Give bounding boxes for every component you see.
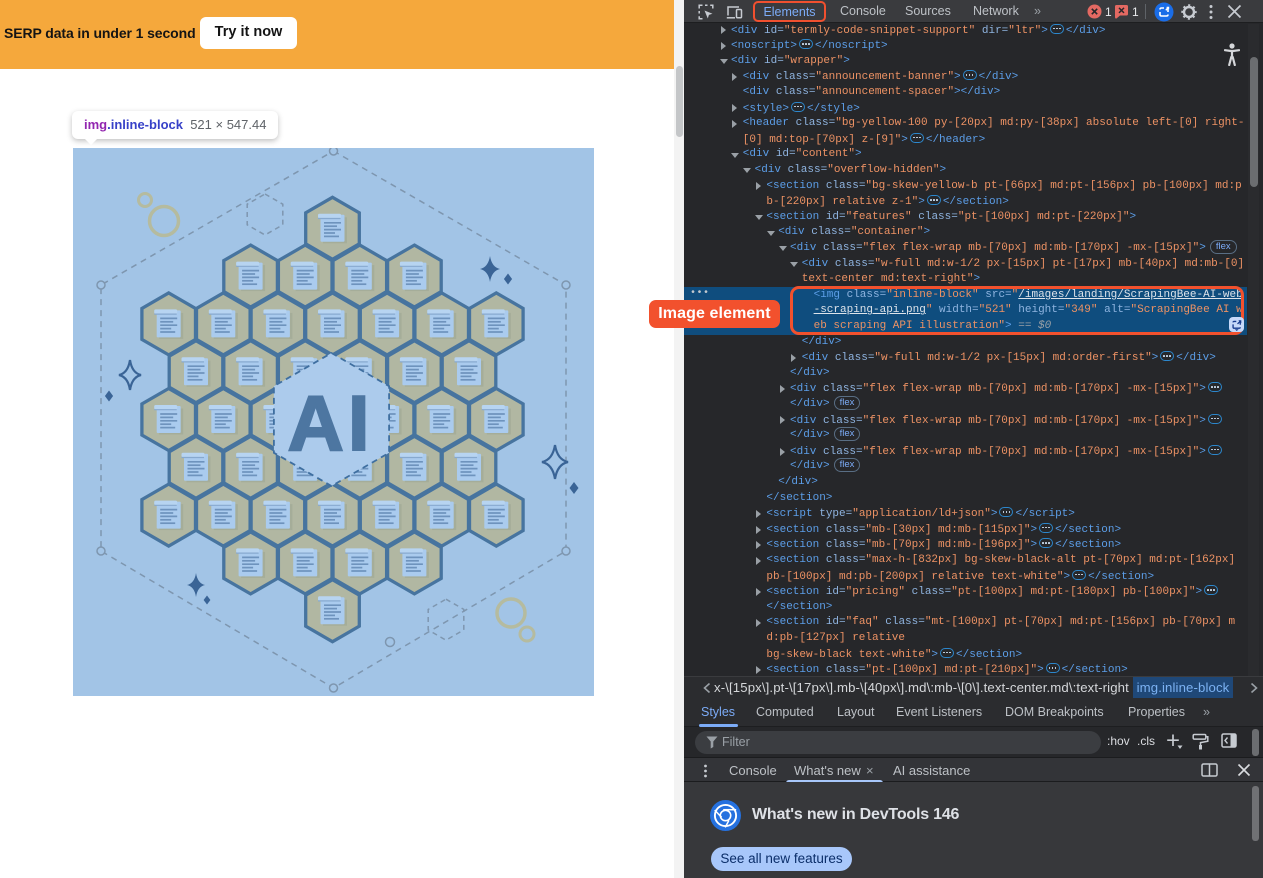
svg-text:AI: AI <box>288 379 374 467</box>
